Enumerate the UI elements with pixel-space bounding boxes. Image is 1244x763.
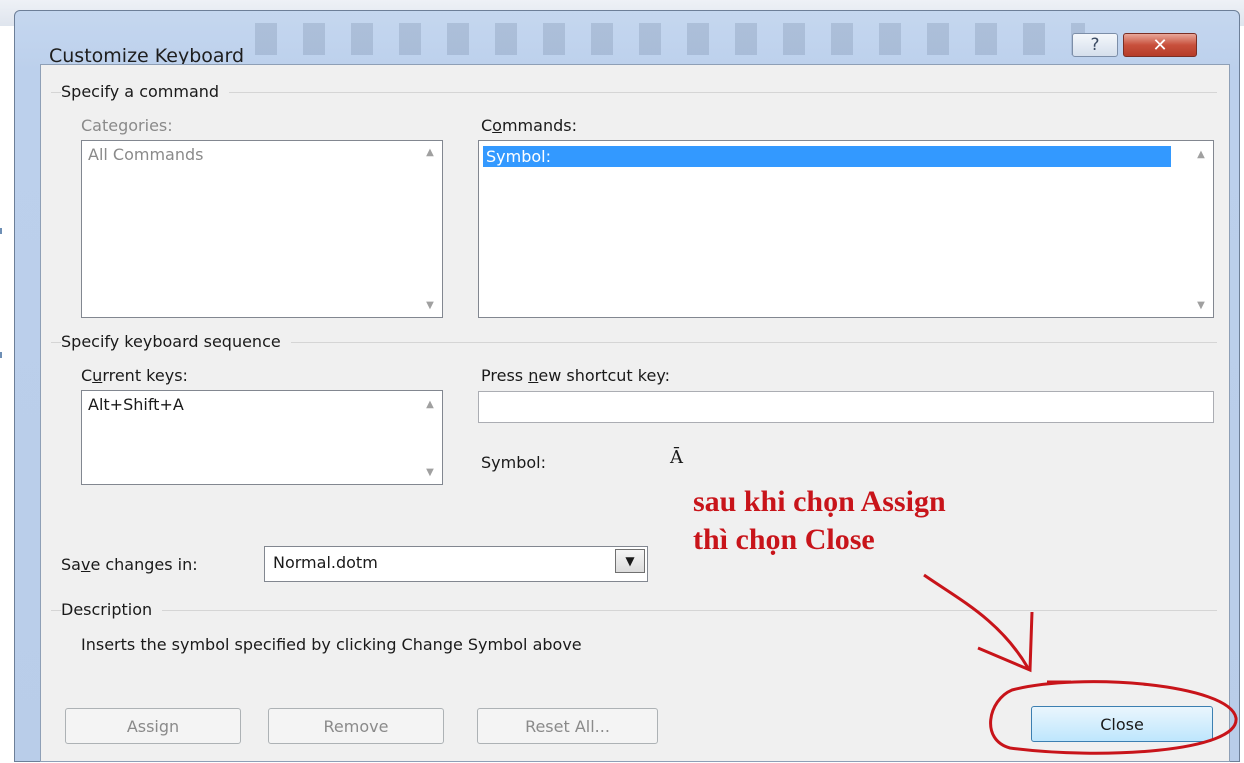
help-button[interactable]: ? (1072, 33, 1118, 57)
group-description: Description (61, 600, 163, 619)
symbol-label: Symbol: (481, 453, 546, 472)
description-text: Inserts the symbol specified by clicking… (81, 635, 582, 654)
scroll-up-arrow-icon[interactable]: ▲ (1189, 149, 1213, 160)
commands-list[interactable]: Symbol: ▲ ▼ (478, 140, 1214, 318)
current-keys-scrollbar[interactable]: ▲ ▼ (418, 391, 442, 484)
current-keys-list[interactable]: Alt+Shift+A ▲ ▼ (81, 390, 443, 485)
commands-scrollbar[interactable]: ▲ ▼ (1189, 141, 1213, 317)
scroll-down-arrow-icon: ▼ (426, 300, 434, 311)
scroll-up-arrow-icon: ▲ (426, 147, 434, 158)
save-changes-select[interactable]: Normal.dotm ▼ (264, 546, 648, 582)
annotation-line-1: sau khi chọn Assign (693, 485, 946, 518)
assign-button[interactable]: Assign (65, 708, 241, 744)
help-icon: ? (1090, 35, 1100, 55)
list-item[interactable]: Alt+Shift+A (85, 394, 187, 415)
reset-all-button[interactable]: Reset All... (477, 708, 658, 744)
new-shortcut-input[interactable] (478, 391, 1214, 423)
list-item: All Commands (88, 145, 204, 164)
commands-label: Commands: (481, 116, 577, 135)
scroll-down-arrow-icon[interactable]: ▼ (418, 467, 442, 478)
list-item-selected[interactable]: Symbol: (483, 146, 1171, 167)
remove-button[interactable]: Remove (268, 708, 444, 744)
chevron-down-icon[interactable]: ▼ (615, 549, 645, 573)
save-changes-value: Normal.dotm (273, 553, 378, 572)
categories-scrollbar: ▲ ▼ (418, 141, 442, 317)
new-shortcut-label: Press new shortcut key: (481, 366, 671, 385)
save-changes-label: Save changes in: (61, 555, 198, 574)
categories-list: All Commands ▲ ▼ (81, 140, 443, 318)
categories-label: Categories: (81, 116, 173, 135)
scroll-up-arrow-icon[interactable]: ▲ (418, 399, 442, 410)
group-keyboard-sequence: Specify keyboard sequence (61, 332, 291, 351)
close-button[interactable]: Close (1031, 706, 1213, 742)
window-close-button[interactable]: ✕ (1123, 33, 1197, 57)
close-icon: ✕ (1152, 34, 1168, 56)
group-specify-command: Specify a command (61, 82, 230, 101)
background-marker (0, 352, 2, 358)
background-marker (0, 228, 2, 234)
background-toolbar-ghost (255, 23, 1085, 55)
symbol-preview: Ā (670, 447, 683, 468)
dialog-client-area: Specify a command Categories: All Comman… (40, 64, 1230, 762)
scroll-down-arrow-icon[interactable]: ▼ (1189, 300, 1213, 311)
annotation-line-2: thì chọn Close (693, 523, 875, 556)
divider (51, 610, 1217, 611)
current-keys-label: Current keys: (81, 366, 188, 385)
